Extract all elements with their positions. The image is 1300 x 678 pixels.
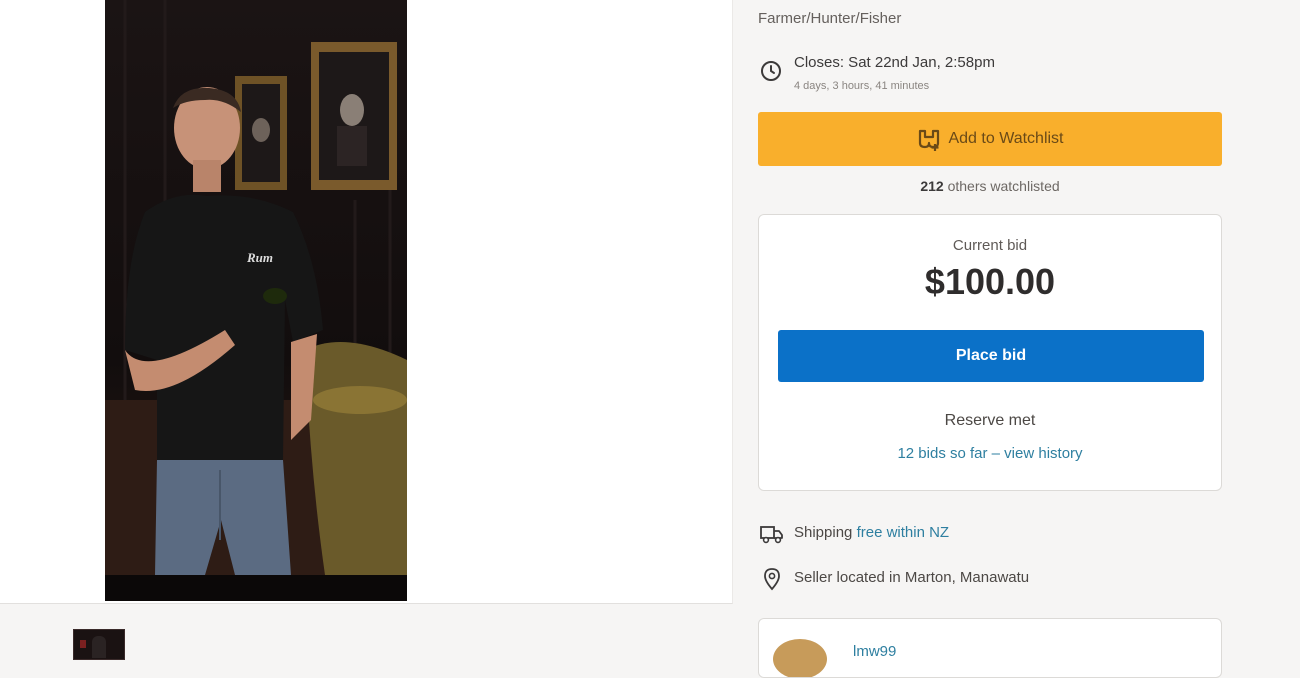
watchlist-count: 212 others watchlisted — [758, 178, 1222, 194]
seller-avatar[interactable] — [773, 639, 827, 677]
main-listing-photo[interactable]: Rum — [105, 0, 407, 601]
thumbnail-photo[interactable] — [73, 629, 125, 660]
thumbnail-strip — [0, 605, 732, 660]
current-bid-amount: $100.00 — [924, 261, 1056, 302]
svg-text:Rum: Rum — [246, 250, 273, 265]
shipping-value-link[interactable]: free within NZ — [857, 524, 950, 541]
truck-icon — [760, 526, 783, 544]
seller-location-text: Seller located in Marton, Manawatu — [794, 569, 1030, 586]
place-bid-button[interactable]: Place bid — [778, 330, 1204, 382]
photo-gallery: Rum — [0, 0, 733, 604]
seller-card: lmw99 — [758, 618, 1222, 678]
listing-category: Farmer/Hunter/Fisher — [758, 10, 902, 27]
reserve-status: Reserve met — [944, 412, 1036, 429]
closes-text: Closes: Sat 22nd Jan, 2:58pm — [794, 54, 995, 71]
shipping-text: Shipping free within NZ — [794, 524, 949, 541]
add-to-watchlist-button[interactable]: Add to Watchlist — [758, 112, 1222, 166]
watchlist-count-suffix: others watchlisted — [943, 178, 1060, 194]
clock-icon — [761, 61, 781, 81]
bid-card: Current bid $100.00 Place bid Reserve me… — [758, 214, 1222, 491]
current-bid-label: Current bid — [952, 237, 1028, 254]
seller-name-link[interactable]: lmw99 — [853, 643, 896, 660]
binoculars-plus-icon — [919, 129, 940, 151]
watchlist-count-number: 212 — [920, 178, 944, 194]
listing-photo-image: Rum — [105, 0, 407, 601]
thumbnail-detail — [80, 640, 86, 648]
shipping-label: Shipping — [794, 524, 857, 541]
bid-history-link[interactable]: 12 bids so far – view history — [759, 445, 1221, 462]
watchlist-button-label: Add to Watchlist — [948, 130, 1064, 147]
map-pin-icon — [764, 568, 780, 591]
countdown-text: 4 days, 3 hours, 41 minutes — [794, 80, 930, 92]
